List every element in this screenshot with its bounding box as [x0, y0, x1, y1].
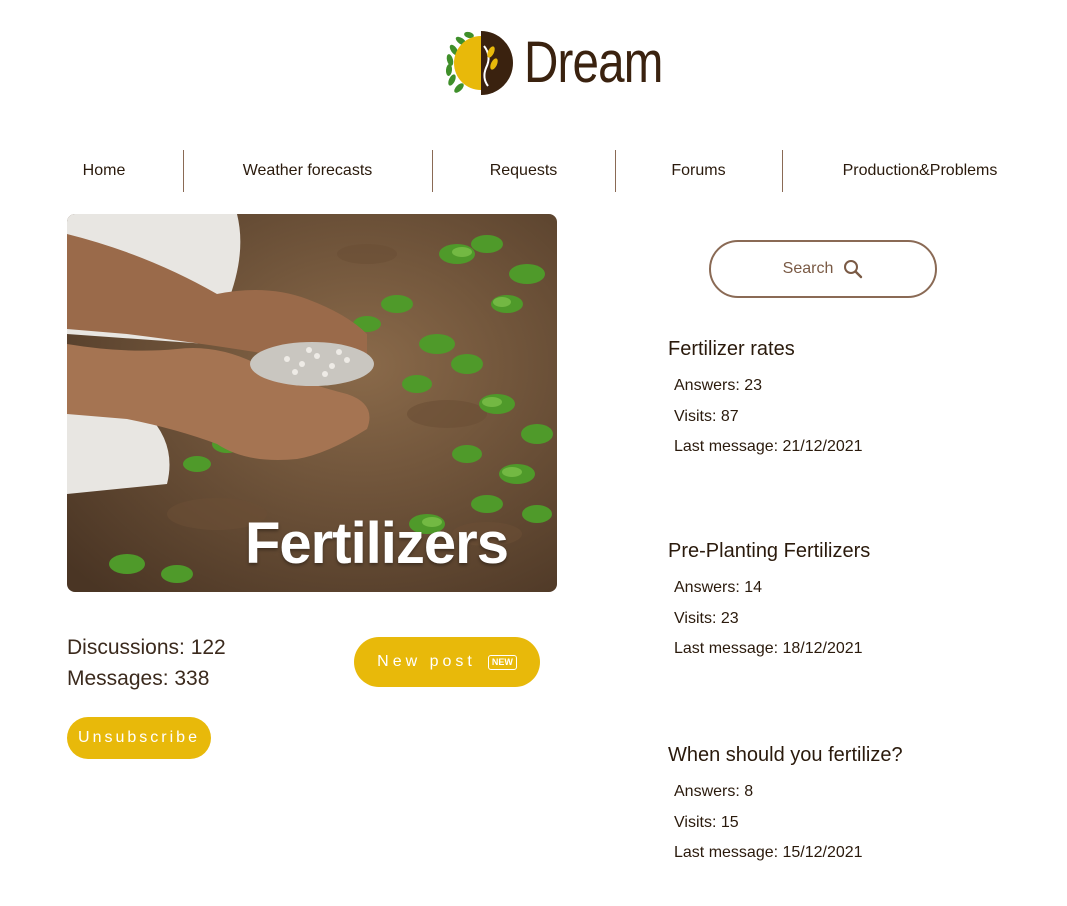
nav-divider	[615, 150, 616, 192]
topic-answers: Answers: 14	[674, 579, 763, 596]
nav-item-requests[interactable]: Requests	[450, 150, 597, 192]
site-logo[interactable]: Dream	[444, 28, 693, 98]
new-post-label: New post	[377, 653, 476, 670]
topic-visits: Visits: 87	[674, 407, 739, 425]
site-name: Dream	[524, 30, 663, 95]
wheat-leaf-logo-icon	[445, 31, 513, 95]
topic-item: When should you fertilize? Answers: 8 Vi…	[668, 744, 1048, 869]
topic-visits: Visits: 23	[674, 609, 739, 627]
unsubscribe-button[interactable]: Unsubscribe	[67, 717, 211, 759]
discussions-count: Discussions: 122	[67, 636, 226, 659]
nav-item-weather-forecasts[interactable]: Weather forecasts	[200, 150, 415, 192]
search-button[interactable]: Search	[709, 240, 937, 298]
nav-item-production-problems[interactable]: Production&Problems	[800, 150, 1040, 192]
topic-item: Pre-Planting Fertilizers Answers: 14 Vis…	[668, 540, 1048, 665]
topic-last-message: Last message: 15/12/2021	[674, 844, 863, 861]
topic-visits: Visits: 15	[674, 813, 739, 831]
nav-item-home[interactable]: Home	[52, 150, 156, 192]
nav-divider	[183, 150, 184, 192]
new-badge: NEW	[487, 654, 517, 670]
nav-divider	[782, 150, 783, 192]
topic-title[interactable]: Pre-Planting Fertilizers	[668, 540, 1048, 563]
topic-last-message: Last message: 21/12/2021	[674, 438, 863, 455]
nav-item-forums[interactable]: Forums	[632, 150, 765, 192]
nav-divider	[432, 150, 433, 192]
main-nav: Home Weather forecasts Requests Forums P…	[0, 150, 1067, 192]
topic-last-message: Last message: 18/12/2021	[674, 640, 863, 657]
topic-title[interactable]: When should you fertilize?	[668, 744, 1048, 767]
topic-answers: Answers: 23	[674, 377, 763, 394]
new-post-button[interactable]: New post NEW	[354, 637, 540, 687]
messages-count: Messages: 338	[67, 667, 210, 690]
topic-title[interactable]: Fertilizer rates	[668, 338, 1048, 361]
forum-title: Fertilizers	[245, 511, 509, 576]
topic-answers: Answers: 8	[674, 783, 754, 800]
forum-hero-card: Fertilizers	[67, 214, 557, 592]
search-icon	[844, 260, 863, 279]
topic-item: Fertilizer rates Answers: 23 Visits: 87 …	[668, 338, 1048, 463]
search-label: Search	[782, 260, 834, 277]
forum-stats: Discussions: 122 Messages: 338	[67, 632, 226, 694]
